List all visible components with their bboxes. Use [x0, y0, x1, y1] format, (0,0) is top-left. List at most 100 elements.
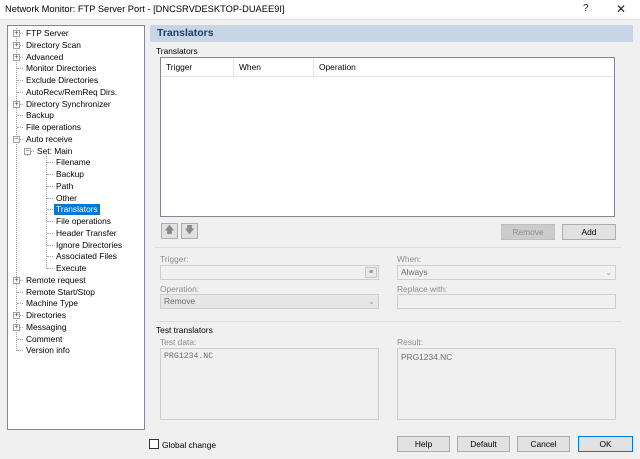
divider [155, 247, 621, 248]
tree-item-label: Header Transfer [56, 227, 117, 238]
tree-guide-line [46, 153, 47, 269]
when-select[interactable]: Always ⌄ [397, 265, 616, 280]
collapse-icon[interactable]: − [24, 147, 31, 155]
arrow-up-icon: 🡅 [164, 225, 175, 236]
tree-item[interactable]: File operations [24, 122, 83, 133]
global-change-checkbox[interactable] [149, 439, 159, 449]
trigger-input[interactable]: ≡ [160, 265, 379, 280]
tree-item[interactable]: Translators [54, 204, 100, 216]
column-header-trigger[interactable]: Trigger [161, 58, 234, 77]
page-title: Translators [157, 27, 214, 39]
test-data-input[interactable]: PRG1234.NC [160, 348, 379, 420]
tree-item-label: Comment [26, 333, 63, 344]
tree-item[interactable]: Monitor Directories [24, 63, 98, 74]
tree-item[interactable]: Directory Synchronizer [24, 99, 113, 110]
tree-connector [47, 209, 53, 211]
tree-item-label: Associated Files [56, 251, 117, 262]
tree-item[interactable]: Other [54, 193, 79, 204]
tree-item[interactable]: Path [54, 181, 75, 192]
column-header-operation[interactable]: Operation [314, 58, 614, 77]
expand-icon[interactable]: + [13, 53, 20, 61]
tree-item[interactable]: Filename [54, 157, 92, 168]
tree-item-label: File operations [26, 122, 81, 132]
move-down-button[interactable]: 🡇 [181, 223, 198, 239]
tree-item[interactable]: Machine Type [24, 298, 80, 309]
tree-item[interactable]: FTP Server [24, 28, 71, 39]
tree-item[interactable]: Remote request [24, 275, 88, 286]
expand-icon[interactable]: + [13, 276, 20, 284]
tree-item-label: Remote Start/Stop [26, 286, 95, 297]
tree-item-label: File operations [56, 216, 111, 226]
tree-item[interactable]: File operations [54, 216, 113, 227]
tree-item-label: Remote request [26, 274, 86, 285]
expand-icon[interactable]: + [13, 100, 20, 108]
help-button[interactable]: Help [397, 436, 450, 452]
tree-item[interactable]: Set: Main [35, 146, 74, 157]
tree-item-label: Directory Synchronizer [26, 98, 111, 109]
group-translators-label: Translators [156, 46, 198, 56]
tree-item[interactable]: Backup [24, 110, 56, 121]
add-button[interactable]: Add [562, 224, 616, 240]
arrow-down-icon: 🡇 [184, 225, 195, 236]
tree-item-label: Messaging [26, 321, 67, 332]
tree-connector [47, 174, 53, 175]
tree-item[interactable]: Execute [54, 263, 88, 274]
tree-item[interactable]: Backup [54, 169, 86, 180]
tree-connector [17, 127, 23, 128]
tree-item-label: Filename [56, 157, 91, 168]
expand-icon[interactable]: + [13, 312, 20, 319]
tree-item[interactable]: Version info [24, 345, 72, 356]
tree-item-label: Ignore Directories [56, 239, 123, 250]
tree-item[interactable]: Header Transfer [54, 228, 119, 239]
tree-item-label: Directory Scan [26, 39, 81, 50]
translators-table[interactable]: Trigger When Operation [160, 57, 615, 217]
tree-item-label: Machine Type [26, 298, 78, 309]
replace-with-label: Replace with: [397, 284, 448, 294]
operation-select[interactable]: Remove ⌄ [160, 294, 379, 309]
tree-item-label: Version info [26, 345, 70, 356]
tree-item[interactable]: Exclude Directories [24, 75, 100, 86]
tree-item[interactable]: Directory Scan [24, 40, 83, 51]
tree-item-label: Exclude Directories [26, 75, 99, 85]
title-bar: Network Monitor: FTP Server Port - [DNCS… [0, 0, 640, 20]
tree-item-label: Other [56, 192, 77, 203]
cancel-button[interactable]: Cancel [517, 436, 570, 452]
tree-item[interactable]: Associated Files [54, 251, 119, 262]
tree-item-label: Backup [26, 110, 54, 121]
move-up-button[interactable]: 🡅 [161, 223, 178, 239]
default-button[interactable]: Default [457, 436, 510, 452]
expand-icon[interactable]: + [13, 41, 20, 49]
ok-button[interactable]: OK [578, 436, 633, 452]
close-icon[interactable]: ✕ [616, 2, 626, 16]
column-header-when[interactable]: When [234, 58, 314, 77]
replace-with-input[interactable] [397, 294, 616, 309]
expand-icon[interactable]: + [13, 30, 20, 37]
tree-item[interactable]: Auto receive [24, 134, 75, 145]
collapse-icon[interactable]: − [13, 135, 20, 143]
remove-button[interactable]: Remove [501, 224, 555, 240]
tree-item[interactable]: Messaging [24, 322, 69, 333]
tree-item-label: Execute [56, 263, 87, 273]
navigation-tree[interactable]: FTP Server + Directory Scan + Advanced + Monit… [7, 25, 145, 430]
tree-item[interactable]: Comment [24, 334, 64, 345]
tree-item-label: Set: Main [37, 145, 73, 156]
tree-item[interactable]: Advanced [24, 52, 65, 63]
tree-connector [17, 115, 23, 117]
tree-item[interactable]: Directories [24, 310, 68, 321]
tree-connector [47, 197, 53, 199]
tree-item[interactable]: Remote Start/Stop [24, 287, 97, 298]
tree-connector [17, 80, 23, 81]
browse-icon[interactable]: ≡ [365, 267, 377, 278]
tree-item-label: Path [56, 180, 74, 191]
expand-icon[interactable]: + [13, 323, 20, 331]
tree-connector [47, 256, 53, 258]
result-output: PRG1234.NC [397, 348, 616, 420]
tree-item[interactable]: AutoRecv/RemReq Dirs. [24, 87, 119, 98]
tree-item-label: Advanced [26, 51, 64, 62]
tree-item-label: Directories [26, 310, 67, 320]
global-change-label[interactable]: Global change [162, 440, 216, 450]
tree-item[interactable]: Ignore Directories [54, 240, 124, 251]
help-icon[interactable]: ? [583, 3, 589, 14]
tree-connector [17, 91, 23, 93]
window-title: Network Monitor: FTP Server Port - [DNCS… [5, 4, 285, 14]
